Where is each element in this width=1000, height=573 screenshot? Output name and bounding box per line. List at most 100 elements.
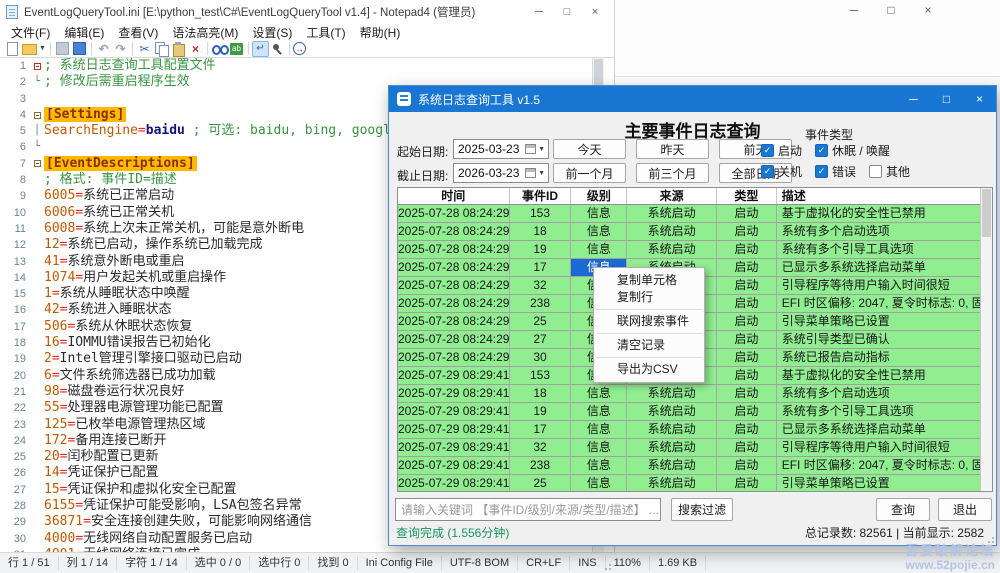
fold-marker-icon[interactable] (30, 351, 44, 367)
fold-marker-icon[interactable] (30, 156, 44, 172)
table-row[interactable]: 2025-07-29 08:29:4119信息系统启动启动系统有多个引导工具选项 (398, 403, 980, 421)
notepad4-maximize-button[interactable]: □ (553, 0, 581, 24)
exit-icon[interactable] (293, 42, 306, 55)
table-cell[interactable]: 系统启动 (627, 223, 717, 241)
table-cell[interactable]: 启动 (717, 277, 777, 295)
table-cell[interactable]: 信息 (571, 403, 627, 421)
table-row[interactable]: 2025-07-28 08:24:2918信息系统启动启动系统有多个启动选项 (398, 223, 980, 241)
table-cell[interactable]: 基于虚拟化的安全性已禁用 (777, 205, 980, 223)
fold-marker-icon[interactable] (30, 270, 44, 286)
exit-button[interactable]: 退出 (938, 498, 992, 521)
table-cell[interactable]: 系统启动 (627, 385, 717, 403)
table-cell[interactable]: 17 (510, 421, 572, 439)
table-cell[interactable]: 2025-07-29 08:29:41 (398, 421, 510, 439)
context-menu-item[interactable]: 复制行 (594, 289, 704, 306)
table-cell[interactable]: 2025-07-28 08:24:29 (398, 349, 510, 367)
table-cell[interactable]: 基于虚拟化的安全性已禁用 (777, 367, 980, 385)
dialog-maximize-button[interactable]: □ (930, 86, 963, 112)
save-all-icon[interactable] (71, 41, 88, 57)
table-cell[interactable]: 启动 (717, 475, 777, 491)
table-cell[interactable]: 启动 (717, 223, 777, 241)
table-cell[interactable]: 系统启动 (627, 205, 717, 223)
table-cell[interactable]: 启动 (717, 259, 777, 277)
bg-minimize-button[interactable]: ─ (847, 3, 861, 17)
fold-marker-icon[interactable] (30, 384, 44, 400)
table-cell[interactable]: 启动 (717, 403, 777, 421)
pin-icon[interactable] (269, 41, 286, 57)
table-cell[interactable]: 18 (510, 223, 572, 241)
fold-marker-icon[interactable] (30, 498, 44, 514)
menubar-item[interactable]: 帮助(H) (353, 24, 408, 41)
event-type-option[interactable]: ✓关机 (761, 163, 802, 180)
table-cell[interactable]: 2025-07-28 08:24:29 (398, 241, 510, 259)
fold-marker-icon[interactable] (30, 254, 44, 270)
fold-marker-icon[interactable] (30, 400, 44, 416)
table-row[interactable]: 2025-07-29 08:29:4132信息系统启动启动引导程序等待用户输入时… (398, 439, 980, 457)
dialog-close-button[interactable]: × (963, 86, 996, 112)
table-cell[interactable]: 信息 (571, 439, 627, 457)
quick-date-button[interactable]: 前一个月 (553, 163, 626, 183)
table-cell[interactable]: 系统启动 (627, 457, 717, 475)
table-cell[interactable]: 信息 (571, 421, 627, 439)
table-cell[interactable]: 153 (510, 205, 572, 223)
table-cell[interactable]: 已显示多系统选择启动菜单 (777, 421, 980, 439)
table-cell[interactable]: 启动 (717, 457, 777, 475)
fold-marker-icon[interactable] (30, 368, 44, 384)
notepad4-resize-grip[interactable] (605, 564, 611, 570)
table-row[interactable]: 2025-07-29 08:29:4117信息系统启动启动已显示多系统选择启动菜… (398, 421, 980, 439)
table-cell[interactable]: 2025-07-28 08:24:29 (398, 205, 510, 223)
fold-marker-icon[interactable] (30, 107, 44, 123)
table-cell[interactable]: 已显示多系统选择启动菜单 (777, 259, 980, 277)
checkbox[interactable] (869, 165, 882, 178)
table-cell[interactable]: 2025-07-28 08:24:29 (398, 313, 510, 331)
fold-marker-icon[interactable] (30, 286, 44, 302)
fold-marker-icon[interactable] (30, 531, 44, 547)
chevron-down-icon[interactable]: ▼ (538, 146, 548, 153)
fold-marker-icon[interactable] (30, 449, 44, 465)
checkbox[interactable]: ✓ (815, 144, 828, 157)
table-cell[interactable]: 153 (510, 367, 572, 385)
table-cell[interactable]: 2025-07-29 08:29:41 (398, 457, 510, 475)
open-dropdown-arrow-icon[interactable]: ▼ (38, 41, 47, 57)
table-cell[interactable]: 系统有多个启动选项 (777, 223, 980, 241)
table-cell[interactable]: 启动 (717, 421, 777, 439)
context-menu-item[interactable]: 清空记录 (594, 337, 704, 354)
table-cell[interactable]: 2025-07-28 08:24:29 (398, 295, 510, 313)
menubar-item[interactable]: 编辑(E) (57, 24, 111, 41)
table-cell[interactable]: 2025-07-29 08:29:41 (398, 439, 510, 457)
table-cell[interactable]: 信息 (571, 457, 627, 475)
replace-icon[interactable] (228, 41, 245, 57)
bg-close-button[interactable]: × (921, 3, 935, 17)
save-icon[interactable] (54, 41, 71, 57)
table-row[interactable]: 2025-07-29 08:29:41238信息系统启动启动EFI 时区偏移: … (398, 457, 980, 475)
table-cell[interactable]: 信息 (571, 475, 627, 491)
copy-icon[interactable] (153, 41, 170, 57)
table-row[interactable]: 2025-07-28 08:24:29153信息系统启动启动基于虚拟化的安全性已… (398, 205, 980, 223)
search-input[interactable] (395, 498, 661, 521)
table-cell[interactable]: 启动 (717, 205, 777, 223)
table-cell[interactable]: 2025-07-28 08:24:29 (398, 331, 510, 349)
fold-marker-icon[interactable] (30, 482, 44, 498)
notepad4-close-button[interactable]: × (581, 0, 609, 24)
table-cell[interactable]: 系统启动 (627, 421, 717, 439)
menubar-item[interactable]: 语法高亮(M) (165, 24, 245, 41)
notepad4-minimize-button[interactable]: ─ (525, 0, 553, 24)
table-cell[interactable]: 2025-07-29 08:29:41 (398, 403, 510, 421)
table-cell[interactable]: 系统启动 (627, 241, 717, 259)
table-cell[interactable]: 信息 (571, 241, 627, 259)
table-cell[interactable]: 30 (510, 349, 572, 367)
fold-box-icon[interactable] (34, 63, 41, 70)
table-cell[interactable]: 2025-07-28 08:24:29 (398, 223, 510, 241)
cut-icon[interactable]: ✂ (136, 41, 153, 57)
menubar-item[interactable]: 查看(V) (111, 24, 165, 41)
quick-date-button[interactable]: 今天 (553, 139, 626, 159)
table-cell[interactable]: 系统有多个引导工具选项 (777, 241, 980, 259)
search-filter-button[interactable]: 搜索过滤 (671, 498, 733, 521)
table-cell[interactable]: 25 (510, 313, 572, 331)
table-cell[interactable]: 系统有多个引导工具选项 (777, 403, 980, 421)
column-header[interactable]: 级别 (571, 188, 627, 204)
table-cell[interactable]: 32 (510, 439, 572, 457)
table-cell[interactable]: 信息 (571, 205, 627, 223)
menubar-item[interactable]: 文件(F) (4, 24, 57, 41)
delete-icon[interactable]: × (187, 41, 204, 57)
